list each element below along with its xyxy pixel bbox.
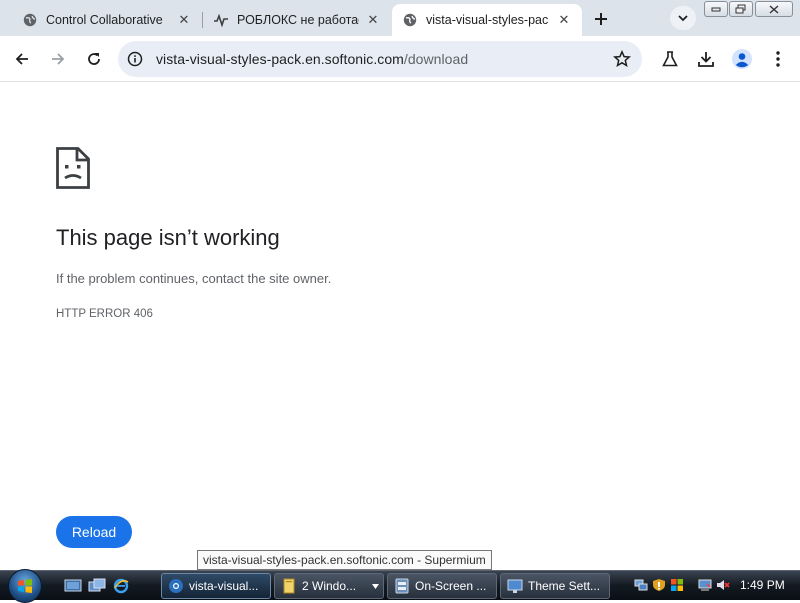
close-tab-icon[interactable]: ✕ bbox=[176, 12, 192, 28]
chevron-down-icon bbox=[678, 14, 688, 21]
globe-icon bbox=[402, 12, 418, 28]
tab-title: vista-visual-styles-pac bbox=[426, 13, 549, 27]
error-code: HTTP ERROR 406 bbox=[56, 308, 153, 320]
page-content: This page isn’t working If the problem c… bbox=[0, 83, 800, 570]
internet-explorer-icon[interactable] bbox=[112, 578, 130, 594]
tab-strip: Control Collaborative ✕ РОБЛОКС не работ… bbox=[0, 0, 800, 36]
url-path: /download bbox=[403, 51, 469, 67]
taskbar-button-theme-settings[interactable]: Theme Sett... bbox=[500, 573, 610, 599]
dropdown-arrow-icon bbox=[372, 584, 379, 589]
defender-tray-icon[interactable] bbox=[670, 578, 684, 592]
bookmark-star-icon[interactable] bbox=[612, 49, 632, 69]
globe-icon bbox=[22, 12, 38, 28]
restore-icon bbox=[735, 4, 746, 14]
address-bar[interactable]: vista-visual-styles-pack.en.softonic.com… bbox=[118, 41, 642, 77]
url-text[interactable]: vista-visual-styles-pack.en.softonic.com… bbox=[156, 51, 468, 67]
restore-button[interactable] bbox=[729, 1, 753, 17]
site-info-icon[interactable] bbox=[126, 50, 144, 68]
browser-icon bbox=[169, 579, 183, 593]
flask-icon bbox=[662, 51, 678, 67]
new-tab-button[interactable] bbox=[588, 6, 614, 32]
taskbar-button-label: vista-visual... bbox=[189, 579, 259, 593]
menu-button[interactable] bbox=[764, 45, 792, 73]
tab-title: Control Collaborative bbox=[46, 13, 163, 27]
more-vertical-icon bbox=[776, 51, 780, 67]
minimize-button[interactable] bbox=[704, 1, 728, 17]
start-button[interactable] bbox=[8, 569, 42, 603]
reload-toolbar-button[interactable] bbox=[80, 45, 108, 73]
profile-button[interactable] bbox=[728, 45, 756, 73]
back-button[interactable] bbox=[8, 45, 36, 73]
network-tray-icon[interactable] bbox=[634, 578, 648, 592]
error-description: If the problem continues, contact the si… bbox=[56, 271, 332, 286]
avatar-icon bbox=[732, 49, 752, 69]
browser-toolbar: vista-visual-styles-pack.en.softonic.com… bbox=[0, 36, 800, 82]
close-window-button[interactable] bbox=[755, 1, 793, 17]
tab-control-collaborative[interactable]: Control Collaborative ✕ bbox=[12, 4, 202, 36]
taskbar-button-windows-group[interactable]: 2 Windo... bbox=[274, 573, 384, 599]
taskbar-button-on-screen-keyboard[interactable]: On-Screen ... bbox=[387, 573, 497, 599]
reload-button[interactable]: Reload bbox=[56, 516, 132, 548]
plus-icon bbox=[595, 13, 607, 25]
downloads-button[interactable] bbox=[692, 45, 720, 73]
close-tab-icon[interactable]: ✕ bbox=[365, 12, 381, 28]
taskbar-button-browser[interactable]: vista-visual... bbox=[161, 573, 271, 599]
forward-button[interactable] bbox=[44, 45, 72, 73]
monitor-icon bbox=[507, 579, 523, 593]
close-icon bbox=[769, 4, 779, 14]
tab-roblox[interactable]: РОБЛОКС не работае ✕ bbox=[203, 4, 391, 36]
tab-vista-visual-styles[interactable]: vista-visual-styles-pac ✕ bbox=[392, 4, 582, 36]
sad-page-icon bbox=[56, 147, 90, 189]
display-tray-icon[interactable] bbox=[698, 578, 712, 592]
taskbar: vista-visual... 2 Windo... On-Screen ...… bbox=[0, 569, 800, 603]
keyboard-icon bbox=[395, 578, 409, 594]
pulse-icon bbox=[213, 12, 229, 28]
taskbar-button-label: 2 Windo... bbox=[302, 579, 357, 593]
taskbar-button-label: Theme Sett... bbox=[528, 579, 601, 593]
taskbar-tooltip: vista-visual-styles-pack.en.softonic.com… bbox=[197, 550, 492, 570]
url-host: vista-visual-styles-pack.en.softonic.com bbox=[156, 51, 404, 67]
tab-title: РОБЛОКС не работае bbox=[237, 13, 359, 27]
volume-muted-icon[interactable] bbox=[716, 578, 730, 592]
close-tab-icon[interactable]: ✕ bbox=[556, 12, 572, 28]
windows-logo-icon bbox=[18, 579, 32, 593]
labs-button[interactable] bbox=[656, 45, 684, 73]
refresh-icon bbox=[88, 53, 100, 65]
security-shield-icon[interactable] bbox=[652, 578, 666, 592]
back-arrow-icon bbox=[15, 53, 28, 65]
show-desktop-icon[interactable] bbox=[64, 578, 82, 594]
taskbar-clock[interactable]: 1:49 PM bbox=[740, 578, 785, 592]
taskbar-button-label: On-Screen ... bbox=[415, 579, 487, 593]
folder-icon bbox=[283, 578, 295, 594]
download-icon bbox=[698, 52, 714, 67]
forward-arrow-icon bbox=[52, 53, 65, 65]
switch-windows-icon[interactable] bbox=[88, 578, 106, 594]
browser-window: Control Collaborative ✕ РОБЛОКС не работ… bbox=[0, 0, 800, 570]
error-title: This page isn’t working bbox=[56, 225, 280, 250]
tab-search-button[interactable] bbox=[670, 6, 696, 30]
minimize-icon bbox=[711, 7, 721, 12]
